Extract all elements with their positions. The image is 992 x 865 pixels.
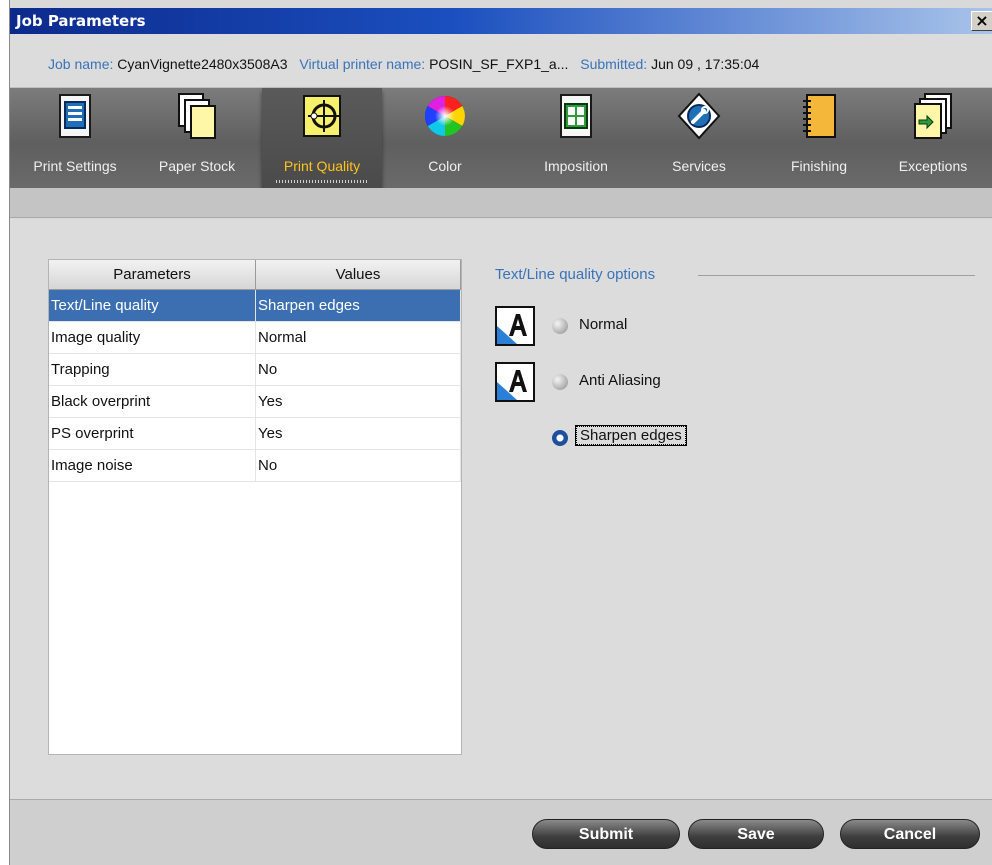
finishing-icon: [803, 94, 836, 138]
option-anti-aliasing-label: Anti Aliasing: [579, 372, 661, 389]
radio-anti-aliasing[interactable]: [552, 374, 568, 390]
submit-button[interactable]: Submit: [532, 819, 680, 849]
tab-color-label: Color: [428, 158, 462, 174]
color-wheel-icon: [425, 96, 465, 136]
parameters-table: Parameters Values Text/Line quality Shar…: [48, 259, 462, 755]
print-quality-panel: Parameters Values Text/Line quality Shar…: [10, 219, 992, 799]
window-title: Job Parameters: [16, 12, 146, 30]
cancel-button[interactable]: Cancel: [840, 819, 980, 849]
parameter-value: Yes: [256, 386, 461, 417]
tab-paper-stock[interactable]: Paper Stock: [140, 88, 254, 188]
parameters-column-header[interactable]: Parameters: [49, 260, 256, 290]
exceptions-icon: [914, 93, 952, 139]
tab-print-settings[interactable]: Print Settings: [16, 88, 134, 188]
tab-print-quality-label: Print Quality: [283, 158, 361, 174]
tab-imposition-label: Imposition: [544, 158, 608, 174]
parameter-value: Sharpen edges: [256, 290, 461, 321]
option-anti-aliasing[interactable]: Anti Aliasing: [495, 362, 695, 402]
button-bar: Submit Save Cancel: [10, 799, 992, 865]
option-normal-label: Normal: [579, 316, 628, 333]
print-quality-icon: [303, 95, 341, 137]
close-button[interactable]: ×: [971, 11, 992, 31]
tab-color[interactable]: Color: [390, 88, 500, 188]
parameter-name: Text/Line quality: [49, 290, 256, 321]
job-name-label: Job name:: [48, 56, 114, 72]
table-row[interactable]: Image quality Normal: [49, 322, 461, 354]
tab-finishing-label: Finishing: [790, 158, 848, 174]
parameter-name: Trapping: [49, 354, 256, 385]
parameter-value: No: [256, 354, 461, 385]
parameter-name: Image noise: [49, 450, 256, 481]
tab-paper-stock-label: Paper Stock: [158, 158, 236, 174]
table-row[interactable]: Text/Line quality Sharpen edges: [49, 290, 461, 322]
tab-services-label: Services: [672, 158, 726, 174]
table-row[interactable]: Black overprint Yes: [49, 386, 461, 418]
parameter-name: Black overprint: [49, 386, 256, 417]
paper-stock-icon: [178, 93, 216, 139]
imposition-icon: [560, 94, 592, 138]
parameter-value: Normal: [256, 322, 461, 353]
parameter-name: PS overprint: [49, 418, 256, 449]
values-column-header[interactable]: Values: [256, 260, 461, 290]
table-row[interactable]: Image noise No: [49, 450, 461, 482]
tab-print-quality[interactable]: Print Quality: [262, 88, 382, 202]
parameter-toolbar: Print Settings Paper Stock Print Quality: [10, 88, 992, 202]
option-normal[interactable]: Normal: [495, 306, 695, 346]
parameter-value: Yes: [256, 418, 461, 449]
text-quality-icon: [495, 306, 535, 346]
job-info-bar: Job name: CyanVignette2480x3508A3 Virtua…: [10, 34, 992, 88]
submitted-label: Submitted:: [580, 56, 648, 72]
table-header: Parameters Values: [49, 260, 461, 290]
job-parameters-window: Job Parameters × Job name: CyanVignette2…: [9, 0, 992, 865]
print-settings-icon: [59, 94, 91, 138]
tab-print-settings-label: Print Settings: [33, 158, 117, 174]
save-button[interactable]: Save: [688, 819, 824, 849]
virtual-printer-label: Virtual printer name:: [299, 56, 426, 72]
job-name-value: CyanVignette2480x3508A3: [117, 56, 288, 72]
text-line-quality-options: Text/Line quality options Normal Anti Al…: [495, 259, 975, 459]
tab-services[interactable]: Services: [644, 88, 754, 188]
group-divider: [698, 275, 975, 276]
toolbar-band: [10, 188, 992, 218]
options-group-title: Text/Line quality options: [495, 266, 656, 283]
table-row[interactable]: PS overprint Yes: [49, 418, 461, 450]
tab-imposition[interactable]: Imposition: [514, 88, 638, 188]
services-icon: [677, 92, 721, 140]
table-row[interactable]: Trapping No: [49, 354, 461, 386]
virtual-printer-value: POSIN_SF_FXP1_a...: [429, 56, 569, 72]
radio-sharpen-edges[interactable]: [552, 430, 568, 446]
submitted-value: Jun 09 , 17:35:04: [651, 56, 760, 72]
radio-normal[interactable]: [552, 318, 568, 334]
title-bar: Job Parameters ×: [10, 8, 992, 34]
text-quality-icon: [495, 362, 535, 402]
tab-exceptions[interactable]: Exceptions: [876, 88, 990, 188]
tab-exceptions-label: Exceptions: [898, 158, 968, 174]
tab-finishing[interactable]: Finishing: [764, 88, 874, 188]
option-sharpen-edges[interactable]: Sharpen edges: [495, 418, 735, 458]
parameter-value: No: [256, 450, 461, 481]
parameter-name: Image quality: [49, 322, 256, 353]
active-tab-indicator: [276, 180, 368, 183]
option-sharpen-edges-label: Sharpen edges: [575, 425, 687, 446]
